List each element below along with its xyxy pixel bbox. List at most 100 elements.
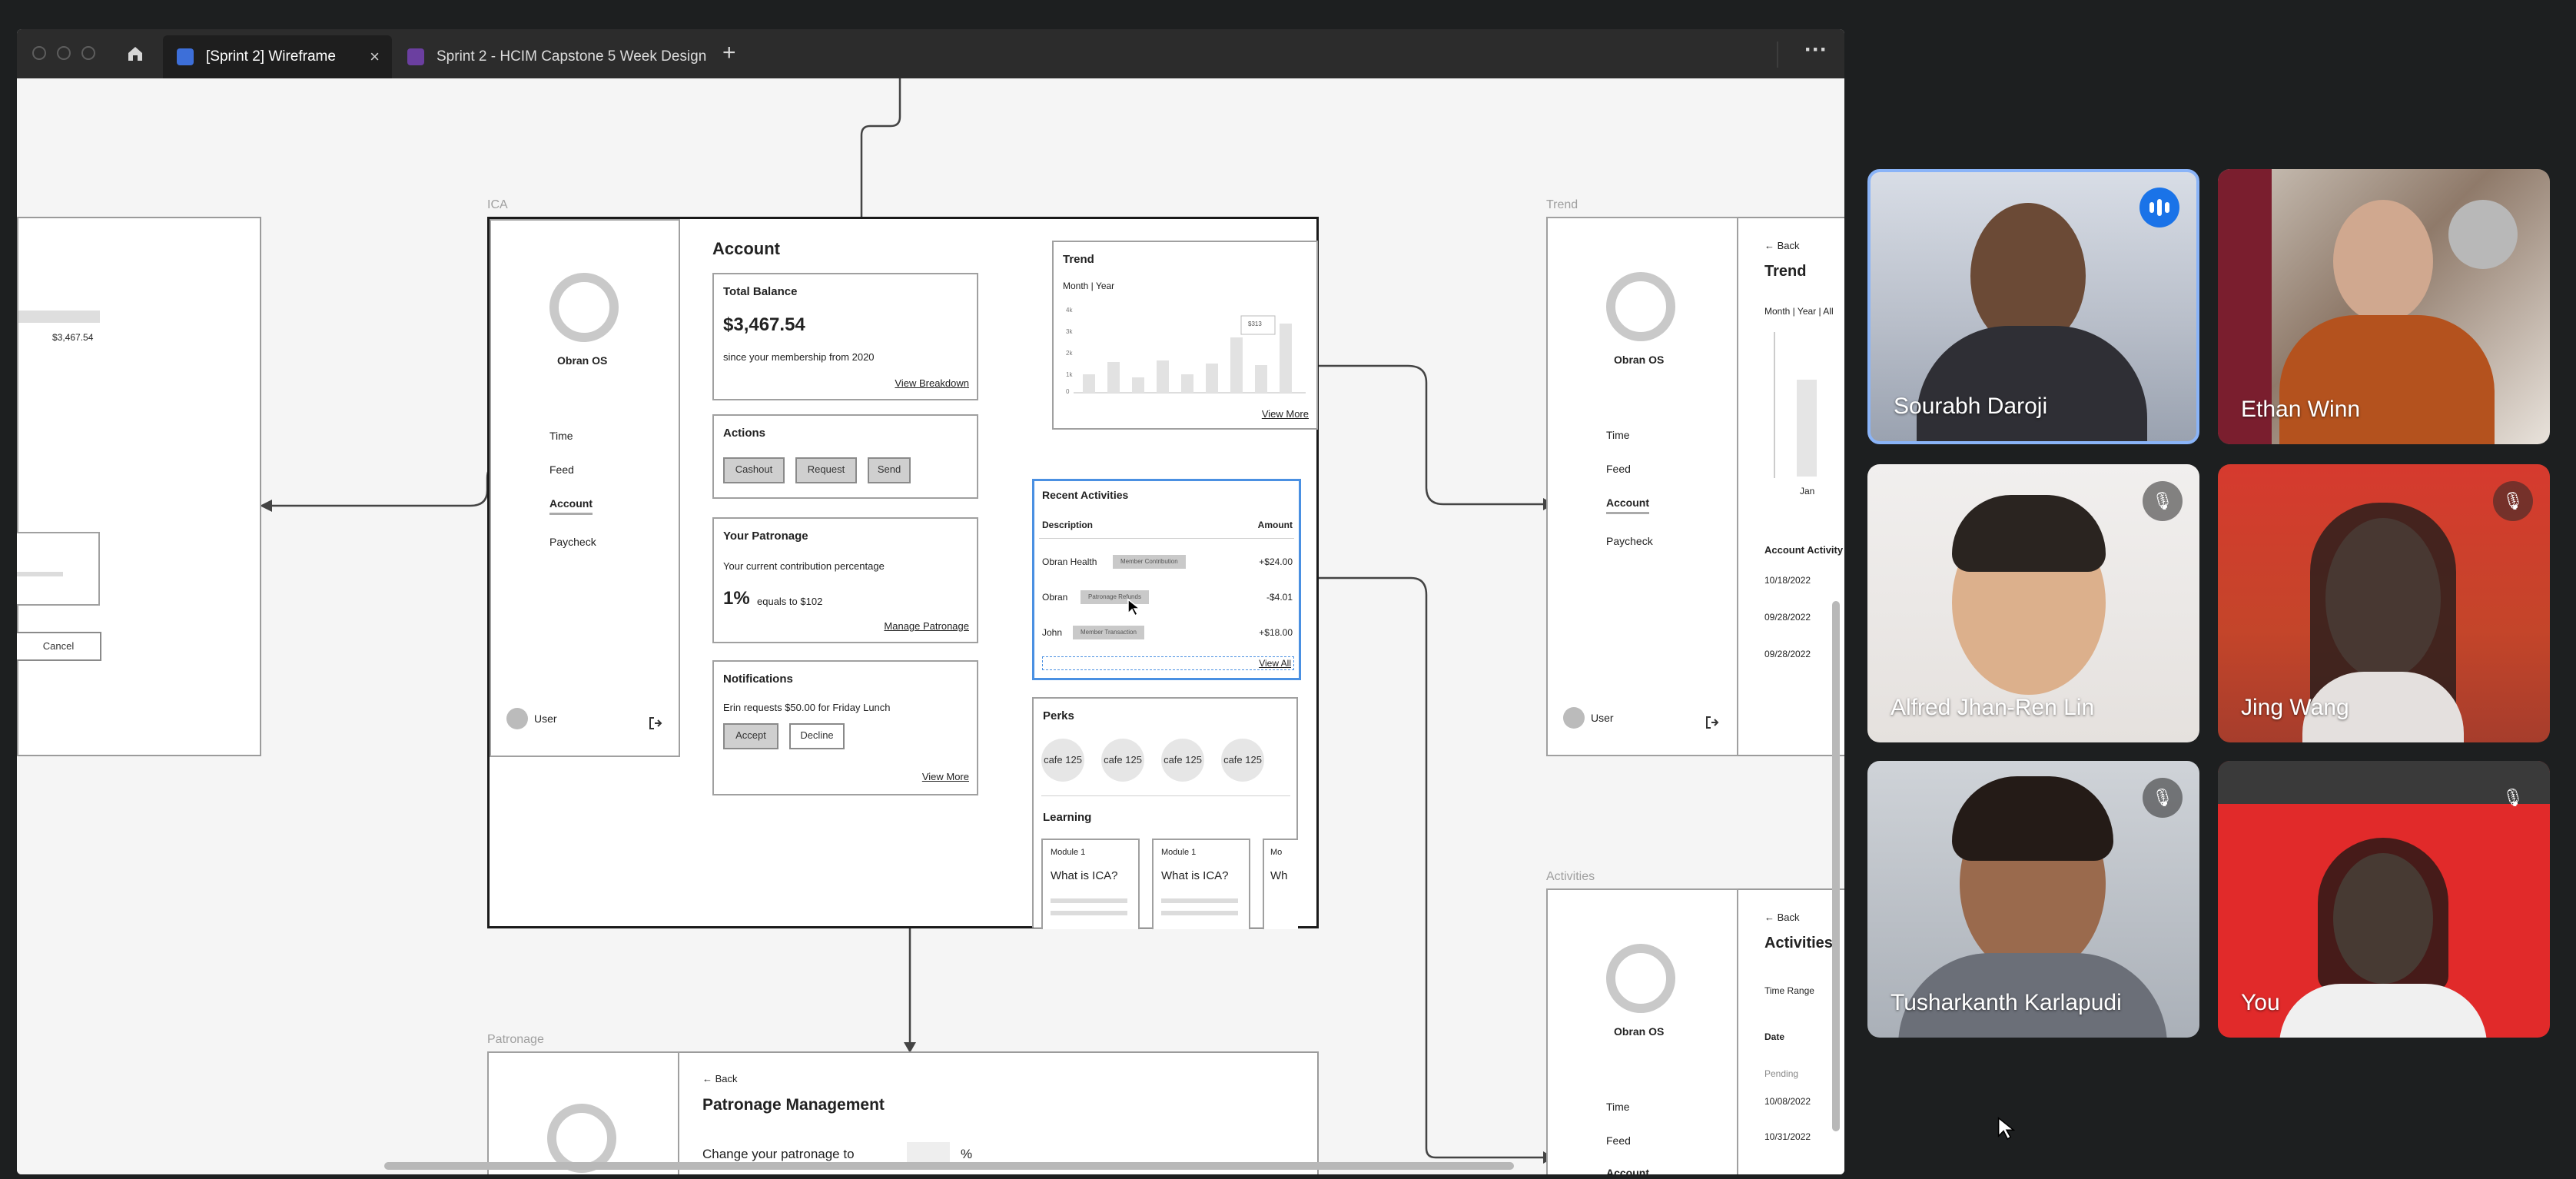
- horizontal-scrollbar[interactable]: [384, 1162, 1514, 1170]
- patronage-title: Your Patronage: [723, 530, 808, 543]
- trend-frame[interactable]: Obran OS Time Feed Account Paycheck User…: [1546, 217, 1844, 756]
- trend-period-toggle[interactable]: Month | Year | All: [1764, 306, 1834, 317]
- participant-name: You: [2241, 990, 2280, 1015]
- brand-name: Obran OS: [1614, 354, 1665, 366]
- learning-card[interactable]: Module 1 What is ICA?: [1041, 839, 1140, 929]
- user-label[interactable]: User: [534, 712, 557, 725]
- figma-canvas[interactable]: $3,467.54 Cancel ICA Obran OS Time Feed …: [17, 78, 1844, 1174]
- mouse-cursor-icon: [1127, 598, 1142, 617]
- logout-icon[interactable]: [648, 716, 663, 731]
- balance-title: Total Balance: [723, 285, 798, 298]
- close-tab-icon[interactable]: ×: [370, 47, 380, 67]
- activity-amount: -$4.01: [1266, 592, 1293, 603]
- activity-date: 10/31/2022: [1764, 1131, 1811, 1142]
- cashout-button[interactable]: Cashout: [723, 457, 785, 483]
- participant-tile-sourabh[interactable]: Sourabh Daroji: [1867, 169, 2199, 444]
- perk-chip[interactable]: cafe 125: [1041, 739, 1084, 782]
- activity-name: Obran Health: [1042, 556, 1097, 567]
- nav-feed[interactable]: Feed: [549, 463, 574, 476]
- active-nav-underline: [549, 513, 593, 515]
- activity-amount: +$24.00: [1259, 556, 1293, 567]
- window-minimize-dot[interactable]: [57, 46, 71, 60]
- sidebar: Obran OS Time Feed Account Paycheck User: [490, 219, 680, 757]
- view-all-link[interactable]: View All: [1259, 658, 1291, 669]
- patronage-card: Your Patronage Your current contribution…: [712, 517, 978, 643]
- home-icon[interactable]: [126, 45, 144, 63]
- perk-chip[interactable]: cafe 125: [1161, 739, 1204, 782]
- window-close-dot[interactable]: [32, 46, 46, 60]
- total-balance-card[interactable]: Total Balance $3,467.54 since your membe…: [712, 273, 978, 400]
- left-partial-frame[interactable]: $3,467.54 Cancel: [17, 217, 261, 756]
- tab-capstone-design[interactable]: Sprint 2 - HCIM Capstone 5 Week Design: [393, 35, 716, 78]
- figma-file-icon: [407, 48, 424, 65]
- activity-amount: +$18.00: [1259, 627, 1293, 638]
- nav-account[interactable]: Account: [549, 497, 593, 510]
- nav-paycheck[interactable]: Paycheck: [549, 536, 596, 548]
- participant-tile-alfred[interactable]: 🎙 Alfred Jhan-Ren Lin: [1867, 464, 2199, 742]
- nav-paycheck[interactable]: Paycheck: [1606, 535, 1653, 547]
- add-tab-button[interactable]: +: [722, 40, 736, 66]
- perk-chip[interactable]: cafe 125: [1101, 739, 1144, 782]
- module-label: Mo: [1270, 848, 1283, 857]
- participant-name: Jing Wang: [2241, 695, 2349, 720]
- trend-ytick: 3k: [1066, 328, 1073, 335]
- change-patronage-label: Change your patronage to: [702, 1147, 855, 1161]
- back-link[interactable]: ← Back: [1764, 912, 1800, 923]
- more-options-icon[interactable]: ···: [1804, 37, 1827, 63]
- activity-date: 09/28/2022: [1764, 649, 1811, 659]
- nav-time[interactable]: Time: [1606, 429, 1630, 441]
- participant-tile-tusharkanth[interactable]: 🎙 Tusharkanth Karlapudi: [1867, 761, 2199, 1038]
- nav-feed[interactable]: Feed: [1606, 1134, 1631, 1147]
- activities-page-title: Activities: [1764, 935, 1833, 952]
- participant-tile-ethan[interactable]: Ethan Winn: [2218, 169, 2550, 444]
- request-button[interactable]: Request: [795, 457, 857, 483]
- view-breakdown-link[interactable]: View Breakdown: [895, 377, 969, 389]
- patronage-input[interactable]: [907, 1142, 950, 1164]
- nav-account[interactable]: Account: [1606, 497, 1649, 509]
- notifications-view-more-link[interactable]: View More: [922, 771, 969, 782]
- mic-muted-icon: 🎙: [2502, 788, 2524, 807]
- perk-chip[interactable]: cafe 125: [1221, 739, 1264, 782]
- cancel-button[interactable]: Cancel: [17, 632, 101, 661]
- tab-sprint2-wireframe[interactable]: [Sprint 2] Wireframe ×: [163, 35, 392, 78]
- decline-button[interactable]: Decline: [789, 723, 845, 749]
- nav-time[interactable]: Time: [549, 430, 573, 442]
- participant-tile-jing[interactable]: 🎙 Jing Wang: [2218, 464, 2550, 742]
- participant-name: Tusharkanth Karlapudi: [1891, 990, 2122, 1015]
- nav-account[interactable]: Account: [1606, 1167, 1649, 1174]
- user-avatar-icon: [1563, 707, 1585, 729]
- recent-activities-card[interactable]: Recent Activities Description Amount Obr…: [1032, 479, 1301, 680]
- participant-name: Alfred Jhan-Ren Lin: [1891, 695, 2095, 720]
- trend-period-toggle[interactable]: Month | Year: [1063, 281, 1114, 291]
- patronage-frame[interactable]: ← Back Patronage Management Change your …: [487, 1051, 1319, 1174]
- participant-shirt: [2279, 984, 2487, 1038]
- logo-circle: [549, 273, 619, 342]
- trend-view-more-link[interactable]: View More: [1262, 408, 1309, 420]
- nav-time[interactable]: Time: [1606, 1101, 1630, 1113]
- perks-divider: [1041, 795, 1290, 796]
- learning-card[interactable]: Module 1 What is ICA?: [1152, 839, 1250, 929]
- nav-feed[interactable]: Feed: [1606, 463, 1631, 475]
- participant-hair: [1952, 495, 2106, 572]
- back-link[interactable]: ← Back: [702, 1073, 738, 1084]
- activity-date: 10/08/2022: [1764, 1096, 1811, 1107]
- send-button[interactable]: Send: [868, 457, 911, 483]
- ica-account-frame[interactable]: Obran OS Time Feed Account Paycheck User…: [487, 217, 1319, 929]
- participant-tile-you[interactable]: 🎙 You: [2218, 761, 2550, 1038]
- trend-card[interactable]: Trend Month | Year 4k 3k 2k 1k 0 $313 Vi…: [1052, 241, 1318, 430]
- activities-frame[interactable]: Obran OS Time Feed Account ← Back Activi…: [1546, 888, 1844, 1174]
- logout-icon[interactable]: [1705, 715, 1720, 730]
- trend-ytick: 1k: [1066, 371, 1073, 378]
- accept-button[interactable]: Accept: [723, 723, 778, 749]
- learning-card-partial[interactable]: Mo Wh: [1263, 839, 1298, 929]
- user-label[interactable]: User: [1591, 712, 1614, 724]
- time-range-label[interactable]: Time Range: [1764, 985, 1814, 996]
- trend-title: Trend: [1063, 253, 1094, 266]
- background-record: [2448, 200, 2518, 269]
- manage-patronage-link[interactable]: Manage Patronage: [884, 620, 969, 632]
- date-column-header: Date: [1764, 1031, 1785, 1042]
- window-maximize-dot[interactable]: [81, 46, 95, 60]
- back-link[interactable]: ← Back: [1764, 240, 1800, 251]
- logo-circle: [1606, 944, 1675, 1013]
- vertical-scrollbar[interactable]: [1832, 601, 1840, 1131]
